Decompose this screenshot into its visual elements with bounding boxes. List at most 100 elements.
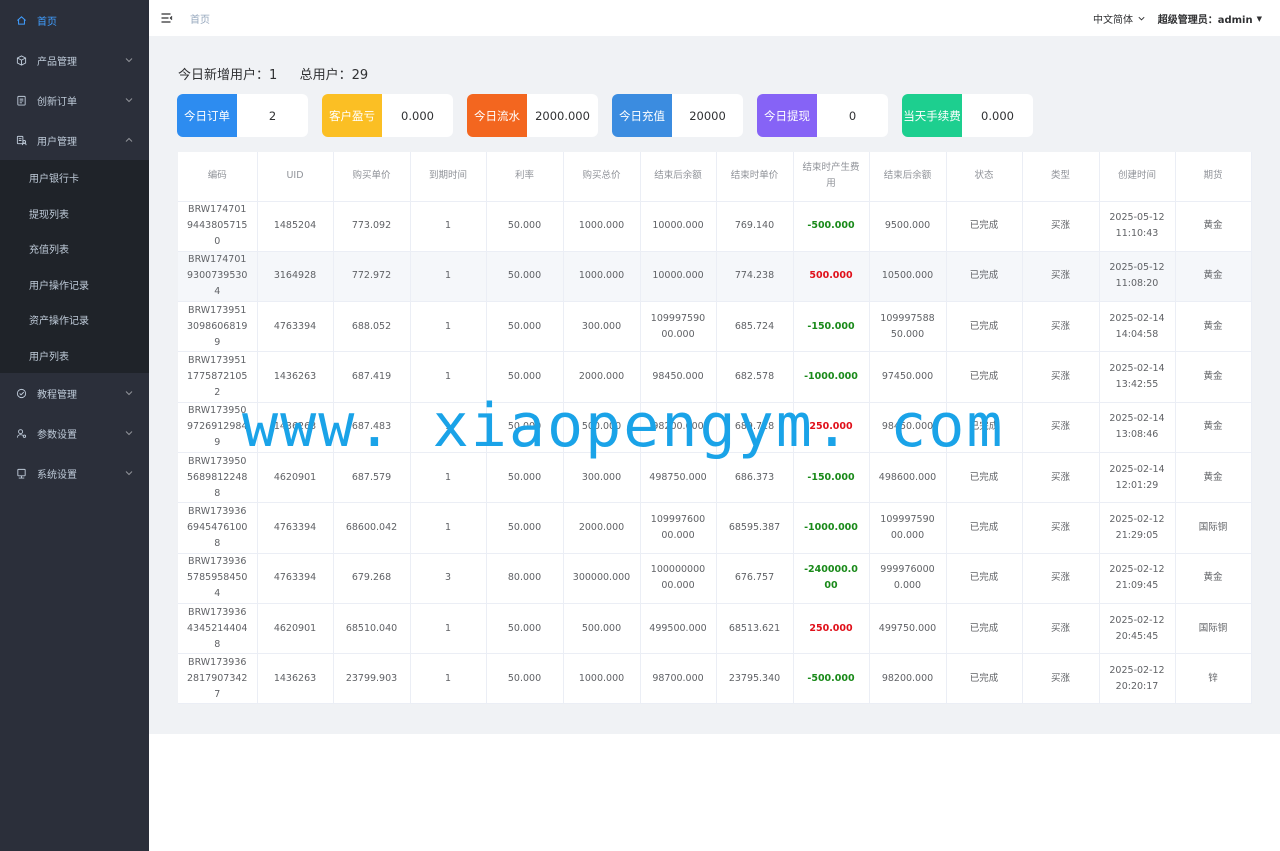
table-cell: 98200.000 — [869, 653, 947, 705]
table-cell: 774.238 — [716, 251, 794, 303]
table-cell: 772.972 — [333, 251, 411, 303]
new-users-value: 1 — [269, 68, 278, 83]
box-icon — [14, 53, 28, 67]
column-header: 编码 — [178, 152, 258, 202]
table-cell: 97450.000 — [869, 351, 947, 403]
user-dropdown[interactable]: 超级管理员：admin ▼ — [1158, 11, 1262, 27]
table-cell: 250.000 — [793, 402, 870, 453]
stat-card-value: 2000.000 — [535, 108, 590, 123]
table-cell: 买涨 — [1022, 201, 1100, 252]
column-header: 利率 — [486, 152, 564, 202]
table-cell: 已完成 — [946, 351, 1023, 403]
stat-card-value: 0 — [848, 108, 857, 123]
table-cell: BRW17393628179073427 — [178, 653, 258, 705]
sidebar-item-label: 创新订单 — [37, 96, 77, 108]
sidebar-item-label: 参数设置 — [37, 429, 77, 441]
column-header: 结束时单价 — [716, 152, 794, 202]
table-row[interactable]: BRW17395117758721052 1436263 687.419 1 50.00… — [178, 351, 1252, 403]
table-cell: 1436263 — [257, 402, 334, 453]
table-row[interactable]: BRW17393657859584504 4763394 679.268 3 80.00… — [178, 553, 1252, 604]
table-row[interactable]: BRW17470194438057150 1485204 773.092 1 50.00… — [178, 201, 1252, 252]
table-row[interactable]: BRW17395097269129849 1436263 687.483 1 50.00… — [178, 402, 1252, 453]
sidebar-item-user-logs[interactable]: 用户操作记录 — [0, 267, 149, 303]
table-cell: 10999758850.000 — [869, 301, 947, 353]
table-cell: BRW17395130986068199 — [178, 301, 258, 353]
table-cell: 1 — [410, 301, 487, 353]
sidebar-item-products[interactable]: 产品管理 — [0, 40, 149, 80]
table-cell: 已完成 — [946, 603, 1023, 655]
table-row[interactable]: BRW17393669454761008 4763394 68600.042 1 50.… — [178, 502, 1252, 554]
sidebar-item-orders[interactable]: 创新订单 — [0, 80, 149, 120]
monitor-icon — [14, 466, 28, 480]
table-cell: 1 — [410, 502, 487, 554]
stat-card-label: 当天手续费 — [902, 94, 962, 137]
table-cell: 1 — [410, 201, 487, 252]
table-cell: 黄金 — [1175, 553, 1252, 604]
table-cell: 1436263 — [257, 351, 334, 403]
sidebar-item-tutorials[interactable]: 教程管理 — [0, 373, 149, 413]
table-cell: 500.000 — [793, 251, 870, 303]
table-cell: 国际铜 — [1175, 603, 1252, 655]
table-cell: 买涨 — [1022, 653, 1100, 705]
sidebar-item-bank-cards[interactable]: 用户银行卡 — [0, 160, 149, 196]
language-selector[interactable]: 中文简体 — [1093, 11, 1146, 26]
sidebar-item-label: 用户管理 — [37, 136, 77, 148]
table-row[interactable]: BRW17395056898122488 4620901 687.579 1 50.00… — [178, 452, 1252, 504]
sidebar-item-asset-logs[interactable]: 资产操作记录 — [0, 302, 149, 338]
sidebar-item-params[interactable]: 参数设置 — [0, 413, 149, 453]
table-cell: 98450.000 — [640, 351, 717, 403]
table-cell: 买涨 — [1022, 452, 1100, 504]
breadcrumb[interactable]: 首页 — [190, 11, 210, 26]
column-header: 结束后余额 — [640, 152, 717, 202]
table-cell: 买涨 — [1022, 301, 1100, 353]
table-cell: 黄金 — [1175, 402, 1252, 453]
table-cell: 98450.000 — [869, 402, 947, 453]
chevron-down-icon — [125, 391, 133, 396]
sidebar-item-home[interactable]: 首页 — [0, 0, 149, 40]
sidebar-item-user-list[interactable]: 用户列表 — [0, 338, 149, 374]
table-cell: 1000.000 — [563, 201, 641, 252]
table-cell: 2025-05-12 11:10:43 — [1099, 201, 1176, 252]
sidebar-item-recharges[interactable]: 充值列表 — [0, 231, 149, 267]
table-cell: 10500.000 — [869, 251, 947, 303]
table-cell: 769.140 — [716, 201, 794, 252]
table-cell: 687.579 — [333, 452, 411, 504]
table-row[interactable]: BRW17393643452144048 4620901 68510.040 1 50.… — [178, 603, 1252, 655]
user-summary: 今日新增用户：1 总用户：29 — [178, 64, 368, 83]
table-row[interactable]: BRW17395130986068199 4763394 688.052 1 50.00… — [178, 301, 1252, 353]
table-cell: 250.000 — [793, 603, 870, 655]
table-row[interactable]: BRW17470193007395304 3164928 772.972 1 50.00… — [178, 251, 1252, 303]
table-cell: 4763394 — [257, 553, 334, 604]
sidebar-item-withdrawals[interactable]: 提现列表 — [0, 196, 149, 232]
table-cell: BRW17393657859584504 — [178, 553, 258, 604]
sidebar-item-system[interactable]: 系统设置 — [0, 453, 149, 493]
chevron-down-icon — [1138, 16, 1145, 21]
table-cell: 686.373 — [716, 452, 794, 504]
table-cell: 已完成 — [946, 502, 1023, 554]
orders-table: 编码 UID 购买单价 到期时间 利率 购买总价 结束后余额 结束时单价 结束时产生费用 结束后余… — [178, 152, 1252, 705]
column-header: 结束时产生费用 — [793, 152, 870, 202]
table-cell: 已完成 — [946, 402, 1023, 453]
table-row[interactable]: BRW17393628179073427 1436263 23799.903 1 50.… — [178, 653, 1252, 705]
table-cell: 50.000 — [486, 653, 564, 705]
table-cell: 已完成 — [946, 452, 1023, 504]
sidebar-item-label: 产品管理 — [37, 56, 77, 68]
table-cell: 682.578 — [716, 351, 794, 403]
table-cell: 68513.621 — [716, 603, 794, 655]
table-cell: 2025-02-14 12:01:29 — [1099, 452, 1176, 504]
table-cell: 4620901 — [257, 452, 334, 504]
sidebar-item-users[interactable]: 用户管理 — [0, 120, 149, 160]
table-cell: -500.000 — [793, 201, 870, 252]
stat-card-value: 0.000 — [981, 108, 1014, 123]
stat-card: 客户盈亏 0.000 — [322, 94, 453, 137]
hamburger-icon[interactable] — [160, 11, 174, 25]
table-cell: 688.052 — [333, 301, 411, 353]
table-cell: 500.000 — [563, 603, 641, 655]
table-cell: 国际铜 — [1175, 502, 1252, 554]
table-cell: 68600.042 — [333, 502, 411, 554]
table-cell: 498750.000 — [640, 452, 717, 504]
table-cell: 1 — [410, 603, 487, 655]
table-header-row: 编码 UID 购买单价 到期时间 利率 购买总价 结束后余额 结束时单价 结束时产生费用 结束后余… — [178, 152, 1252, 202]
table-cell: 23795.340 — [716, 653, 794, 705]
table-cell: -500.000 — [793, 653, 870, 705]
